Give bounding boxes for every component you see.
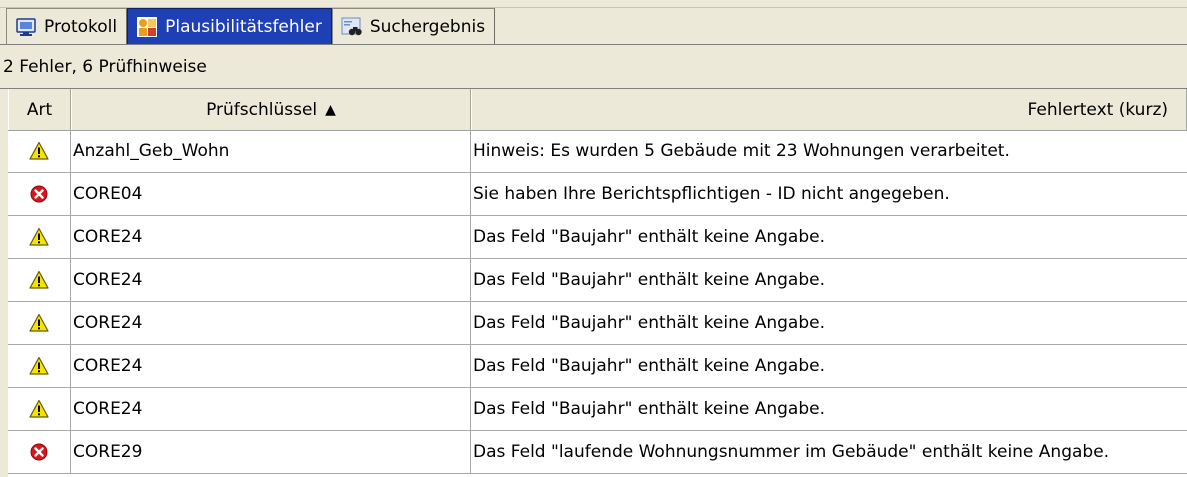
row-text-cell: Das Feld "laufende Wohnungsnummer im Geb…: [473, 442, 1110, 462]
row-type-cell: [8, 173, 71, 215]
monitor-icon: [16, 17, 36, 36]
binoculars-icon: [341, 17, 362, 35]
row-key-cell: CORE24: [71, 302, 471, 344]
warning-icon: [29, 141, 49, 161]
row-type-cell: [8, 302, 71, 344]
tab-protokoll-label: Protokoll: [44, 16, 118, 37]
table-row[interactable]: CORE04 Sie haben Ihre Berichtspflichtige…: [8, 173, 1187, 216]
row-text-cell: Das Feld "Baujahr" enthält keine Angabe.: [473, 227, 826, 247]
sort-up-icon: ▲: [325, 101, 336, 118]
row-type-cell: [8, 259, 71, 301]
column-header-pruefschluessel[interactable]: Prüfschlüssel ▲: [71, 89, 471, 130]
row-key-cell: CORE29: [71, 431, 471, 473]
row-key-cell: CORE24: [71, 345, 471, 387]
tab-plausibilitaetsfehler-label: Plausibilitätsfehler: [165, 16, 322, 37]
row-text-cell: Das Feld "Baujahr" enthält keine Angabe.: [473, 399, 826, 419]
warning-icon: [29, 399, 49, 419]
row-key-cell: CORE24: [71, 259, 471, 301]
table-body: Anzahl_Geb_Wohn Hinweis: Es wurden 5 Geb…: [8, 130, 1187, 474]
error-list-icon: [137, 16, 158, 37]
tab-suchergebnis-label: Suchergebnis: [369, 16, 486, 37]
row-key-cell: CORE24: [71, 216, 471, 258]
table-row[interactable]: Anzahl_Geb_Wohn Hinweis: Es wurden 5 Geb…: [8, 130, 1187, 173]
summary-bar: 2 Fehler, 6 Prüfhinweise: [0, 45, 1187, 89]
warning-icon: [29, 270, 49, 290]
row-type-cell: [8, 130, 71, 172]
row-type-cell: [8, 431, 71, 473]
error-table: Art Prüfschlüssel ▲ Fehlertext (kurz) An…: [8, 89, 1187, 477]
table-header: Art Prüfschlüssel ▲ Fehlertext (kurz): [8, 89, 1187, 131]
table-row[interactable]: CORE24 Das Feld "Baujahr" enthält keine …: [8, 259, 1187, 302]
tab-suchergebnis[interactable]: Suchergebnis: [331, 8, 496, 44]
table-row[interactable]: CORE24 Das Feld "Baujahr" enthält keine …: [8, 345, 1187, 388]
summary-text: 2 Fehler, 6 Prüfhinweise: [3, 56, 207, 77]
column-header-art[interactable]: Art: [8, 89, 71, 130]
warning-icon: [29, 313, 49, 333]
row-text-cell: Sie haben Ihre Berichtspflichtigen - ID …: [473, 184, 950, 204]
table-row[interactable]: CORE24 Das Feld "Baujahr" enthält keine …: [8, 388, 1187, 431]
row-type-cell: [8, 345, 71, 387]
row-text-cell: Das Feld "Baujahr" enthält keine Angabe.: [473, 270, 826, 290]
row-key-cell: Anzahl_Geb_Wohn: [71, 130, 471, 172]
table-row[interactable]: CORE24 Das Feld "Baujahr" enthält keine …: [8, 302, 1187, 345]
table-row[interactable]: CORE29 Das Feld "laufende Wohnungsnummer…: [8, 431, 1187, 474]
error-icon: [29, 442, 49, 462]
column-header-fehlertext-label: Fehlertext (kurz): [1027, 99, 1168, 120]
row-type-cell: [8, 388, 71, 430]
tab-protokoll[interactable]: Protokoll: [6, 8, 128, 44]
row-key-cell: CORE24: [71, 388, 471, 430]
row-text-cell: Hinweis: Es wurden 5 Gebäude mit 23 Wohn…: [473, 141, 1010, 161]
warning-icon: [29, 356, 49, 376]
row-type-cell: [8, 216, 71, 258]
row-key-cell: CORE04: [71, 173, 471, 215]
tab-strip: Protokoll Plausibilitätsfehler Suchergeb…: [0, 0, 1187, 45]
error-icon: [29, 184, 49, 204]
tab-plausibilitaetsfehler[interactable]: Plausibilitätsfehler: [127, 8, 332, 44]
column-header-art-label: Art: [26, 99, 53, 120]
column-header-fehlertext[interactable]: Fehlertext (kurz): [471, 89, 1187, 130]
warning-icon: [29, 227, 49, 247]
row-text-cell: Das Feld "Baujahr" enthält keine Angabe.: [473, 356, 826, 376]
table-row[interactable]: CORE24 Das Feld "Baujahr" enthält keine …: [8, 216, 1187, 259]
row-text-cell: Das Feld "Baujahr" enthält keine Angabe.: [473, 313, 826, 333]
column-header-pruefschluessel-label: Prüfschlüssel: [206, 99, 318, 120]
